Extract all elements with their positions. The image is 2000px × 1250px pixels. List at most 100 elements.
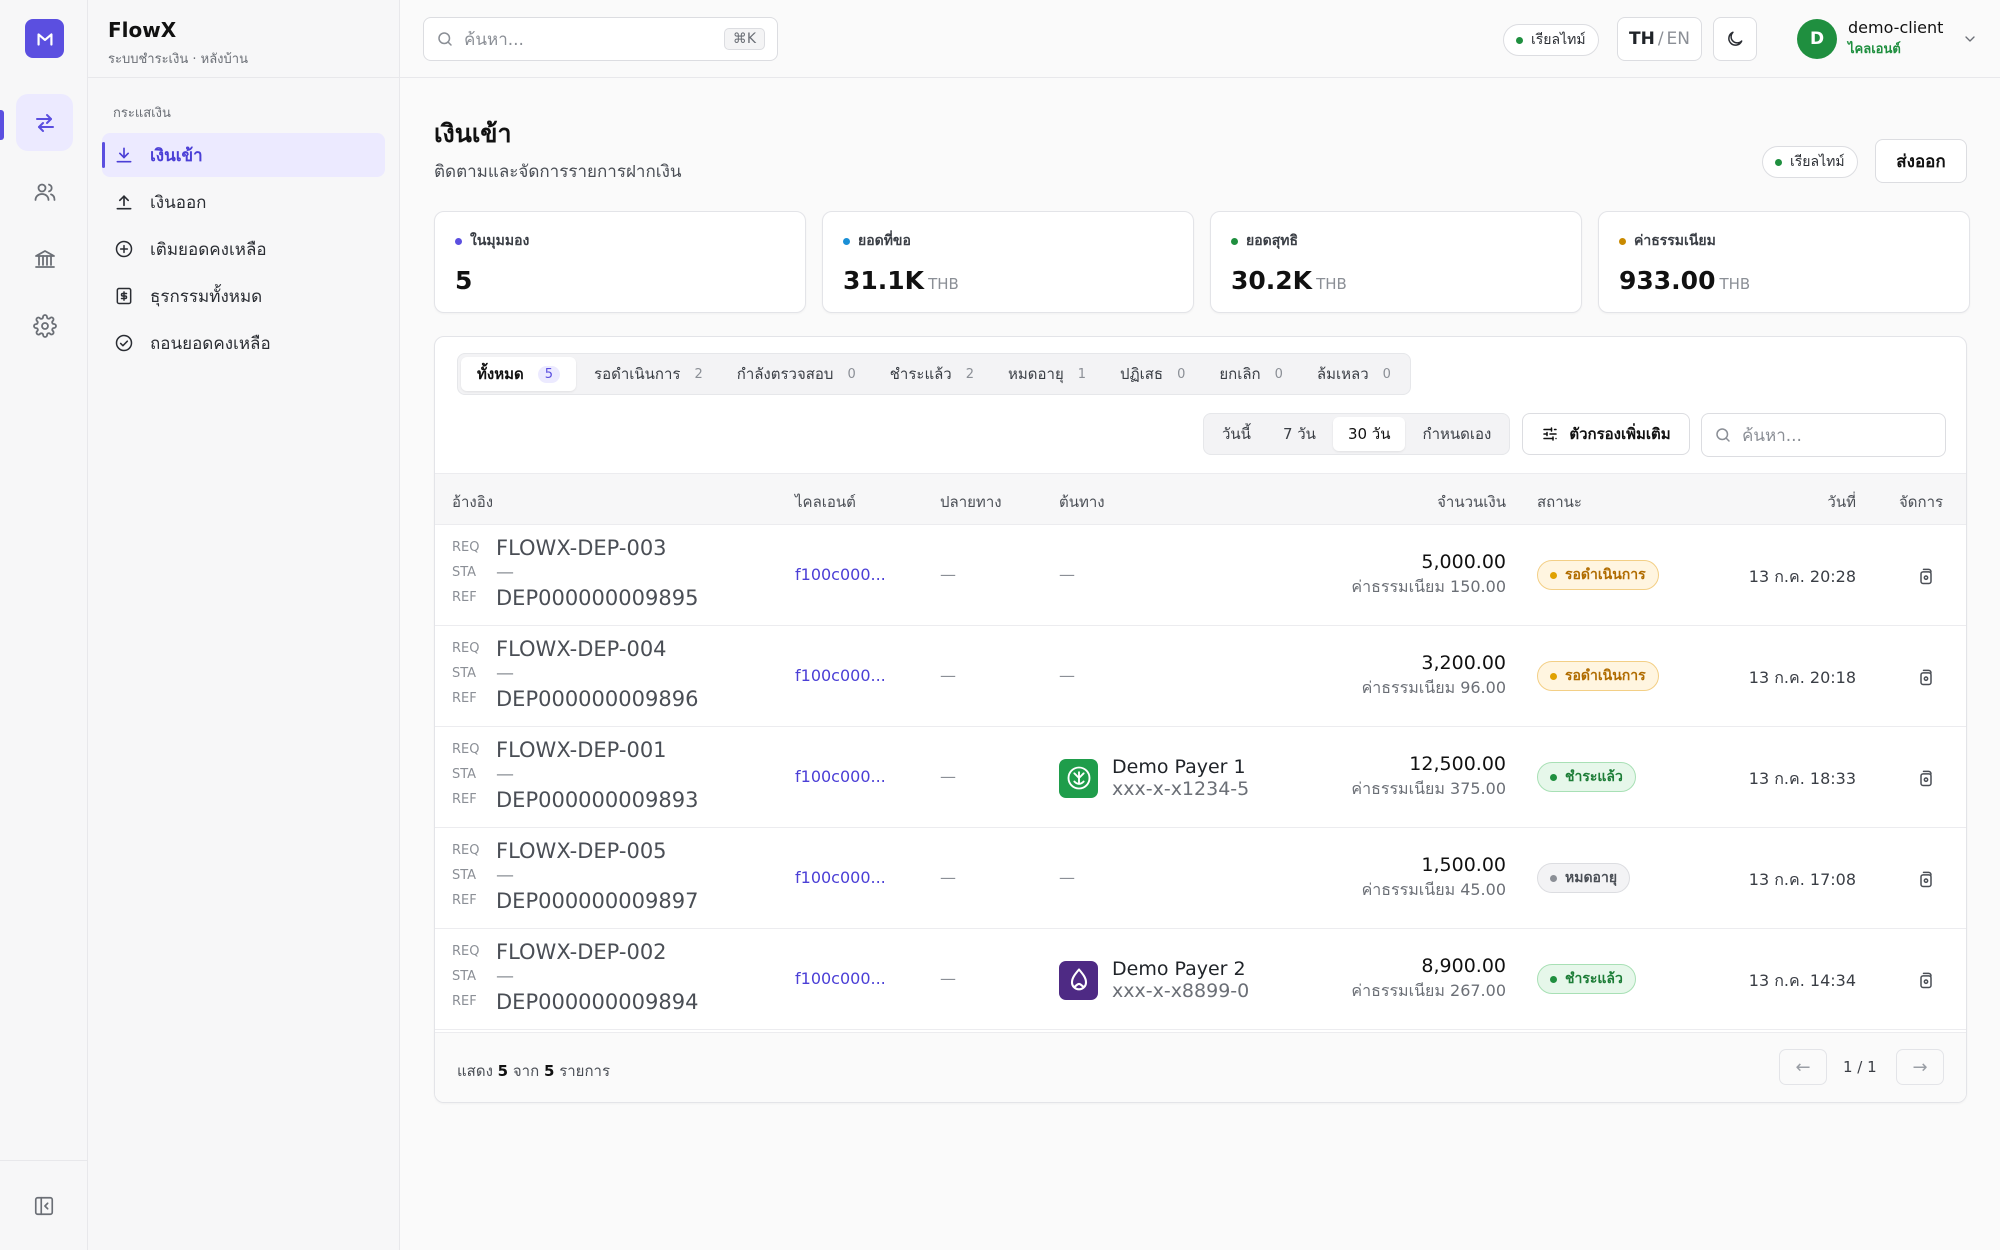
copy-icon[interactable] xyxy=(1913,664,1939,690)
copy-icon[interactable] xyxy=(1913,563,1939,589)
range-custom[interactable]: กำหนดเอง xyxy=(1407,417,1506,451)
client-link[interactable]: f100c000... xyxy=(795,767,886,786)
stat-value: 30.2K xyxy=(1231,266,1313,295)
realtime-label: เรียลไทม์ xyxy=(1531,32,1586,48)
col-amount[interactable]: จำนวนเงิน xyxy=(1437,490,1506,514)
nav-item-topup[interactable]: เติมยอดคงเหลือ xyxy=(102,227,385,271)
bank-icon[interactable] xyxy=(16,230,73,287)
tab-rejected[interactable]: ปฏิเสธ 0 xyxy=(1104,357,1201,391)
amount: 1,500.00 xyxy=(1421,854,1506,876)
settings-icon[interactable] xyxy=(16,297,73,354)
table-row[interactable]: REQ FLOWX-DEP-004 STA — REF DEP000000009896… xyxy=(435,626,1966,727)
collapse-sidebar-icon[interactable] xyxy=(0,1160,88,1250)
range-today[interactable]: วันนี้ xyxy=(1207,417,1266,451)
table-row[interactable]: REQ FLOWX-DEP-003 STA — REF DEP000000009895… xyxy=(435,525,1966,626)
client-link[interactable]: f100c000... xyxy=(795,565,886,584)
col-client[interactable]: ไคลเอนต์ xyxy=(795,490,856,514)
tab-reviewing[interactable]: กำลังตรวจสอบ 0 xyxy=(721,357,872,391)
scb-logo-icon xyxy=(1059,960,1098,1000)
stat-unit: THB xyxy=(928,275,959,293)
nav-item-withdraw-balance[interactable]: ถอนยอดคงเหลือ xyxy=(102,321,385,365)
theme-toggle-button[interactable] xyxy=(1713,17,1757,61)
summary-total: 5 xyxy=(543,1062,555,1080)
tab-paid[interactable]: ชำระแล้ว 2 xyxy=(874,357,990,391)
stat-unit: THB xyxy=(1316,275,1347,293)
client-link[interactable]: f100c000... xyxy=(795,969,886,988)
destination: — xyxy=(940,969,956,988)
stat-dot-icon xyxy=(455,237,462,245)
amount-cell: 5,000.00 ค่าธรรมเนียม 150.00 xyxy=(1351,551,1506,600)
export-button[interactable]: ส่งออก xyxy=(1875,139,1967,183)
language-toggle[interactable]: TH / EN xyxy=(1617,17,1702,61)
amount: 5,000.00 xyxy=(1421,551,1506,573)
table-body: REQ FLOWX-DEP-003 STA — REF DEP000000009895… xyxy=(435,525,1966,1030)
col-status[interactable]: สถานะ xyxy=(1537,490,1582,514)
tab-cancelled[interactable]: ยกเลิก 0 xyxy=(1203,357,1299,391)
nav-item-withdrawals[interactable]: เงินออก xyxy=(102,180,385,224)
tab-pending[interactable]: รอดำเนินการ 2 xyxy=(578,357,719,391)
next-page-button[interactable]: → xyxy=(1896,1049,1944,1085)
more-filters-button[interactable]: ตัวกรองเพิ่มเติม xyxy=(1522,413,1690,455)
top-bar: ค้นหา... ⌘K เรียลไทม์ TH / EN D demo-cli… xyxy=(400,0,2000,78)
rail-active-indicator xyxy=(0,110,4,140)
table-row[interactable]: REQ FLOWX-DEP-002 STA — REF DEP000000009894… xyxy=(435,929,1966,1030)
prev-page-button[interactable]: ← xyxy=(1779,1049,1827,1085)
filter-label: ตัวกรองเพิ่มเติม xyxy=(1569,425,1671,443)
range-30-days[interactable]: 30 วัน xyxy=(1332,417,1406,451)
ref-id: DEP000000009897 xyxy=(496,888,699,913)
app-logo-icon[interactable] xyxy=(25,19,64,58)
table-search-input[interactable]: ค้นหา... xyxy=(1701,413,1946,457)
col-date[interactable]: วันที่ xyxy=(1827,490,1856,514)
payer-name: Demo Payer 1 xyxy=(1112,756,1246,778)
tab-expired[interactable]: หมดอายุ 1 xyxy=(992,357,1102,391)
stat-label: ยอดสุทธิ xyxy=(1246,233,1299,249)
row-refs: REQ FLOWX-DEP-004 STA — REF DEP000000009896 xyxy=(452,636,698,711)
status-label: หมดอายุ xyxy=(1565,870,1618,886)
table-row[interactable]: REQ FLOWX-DEP-005 STA — REF DEP000000009897… xyxy=(435,828,1966,929)
tab-failed[interactable]: ล้มเหลว 0 xyxy=(1301,357,1407,391)
user-menu[interactable]: D demo-client ไคลเอนต์ xyxy=(1797,18,1978,59)
req-tag: REQ xyxy=(452,641,480,656)
tab-all[interactable]: ทั้งหมด 5 xyxy=(461,357,577,391)
copy-icon[interactable] xyxy=(1913,866,1939,892)
global-search-input[interactable]: ค้นหา... ⌘K xyxy=(423,17,778,61)
source: — xyxy=(1059,868,1075,887)
stat-card-in-view: ในมุมมอง 5 xyxy=(434,211,806,313)
date: 13 ก.ค. 14:34 xyxy=(1748,971,1856,990)
sta-tag: STA xyxy=(452,666,477,681)
nav-item-deposits[interactable]: เงินเข้า xyxy=(102,133,385,177)
table-row[interactable]: REQ FLOWX-DEP-001 STA — REF DEP000000009893… xyxy=(435,727,1966,828)
nav-list: เงินเข้า เงินออก เติมยอดคงเหลือ ธุรกรรมท… xyxy=(88,133,399,365)
col-dest[interactable]: ปลายทาง xyxy=(940,490,1002,514)
copy-icon[interactable] xyxy=(1913,967,1939,993)
col-ref[interactable]: อ้างอิง xyxy=(452,490,493,514)
fee: ค่าธรรมเนียม 375.00 xyxy=(1351,779,1506,798)
receipt-icon xyxy=(116,287,132,305)
sta-tag: STA xyxy=(452,868,477,883)
users-icon[interactable] xyxy=(16,163,73,220)
copy-icon[interactable] xyxy=(1913,765,1939,791)
live-dot-icon xyxy=(1775,158,1782,166)
col-src[interactable]: ต้นทาง xyxy=(1059,490,1105,514)
sta-id: — xyxy=(496,764,514,785)
nav-item-transactions[interactable]: ธุรกรรมทั้งหมด xyxy=(102,274,385,318)
stat-value: 933.00 xyxy=(1619,266,1716,295)
tab-count: 0 xyxy=(1274,366,1283,382)
nav-item-label: ถอนยอดคงเหลือ xyxy=(150,333,271,354)
amount: 3,200.00 xyxy=(1421,652,1506,674)
transfer-icon[interactable] xyxy=(16,94,73,151)
nav-item-label: ธุรกรรมทั้งหมด xyxy=(150,286,263,307)
ref-tag: REF xyxy=(452,691,477,706)
tab-count: 5 xyxy=(537,365,561,383)
client-link[interactable]: f100c000... xyxy=(795,868,886,887)
chevron-down-icon xyxy=(1965,35,1976,42)
sta-tag: STA xyxy=(452,969,477,984)
search-placeholder: ค้นหา... xyxy=(464,29,524,50)
upload-icon xyxy=(116,195,132,210)
summary-suffix: รายการ xyxy=(559,1062,611,1080)
row-refs: REQ FLOWX-DEP-001 STA — REF DEP000000009893 xyxy=(452,737,698,812)
summary-mid: จาก xyxy=(512,1062,540,1080)
client-link[interactable]: f100c000... xyxy=(795,666,886,685)
nav-item-label: เติมยอดคงเหลือ xyxy=(150,239,267,260)
range-7-days[interactable]: 7 วัน xyxy=(1268,417,1331,451)
